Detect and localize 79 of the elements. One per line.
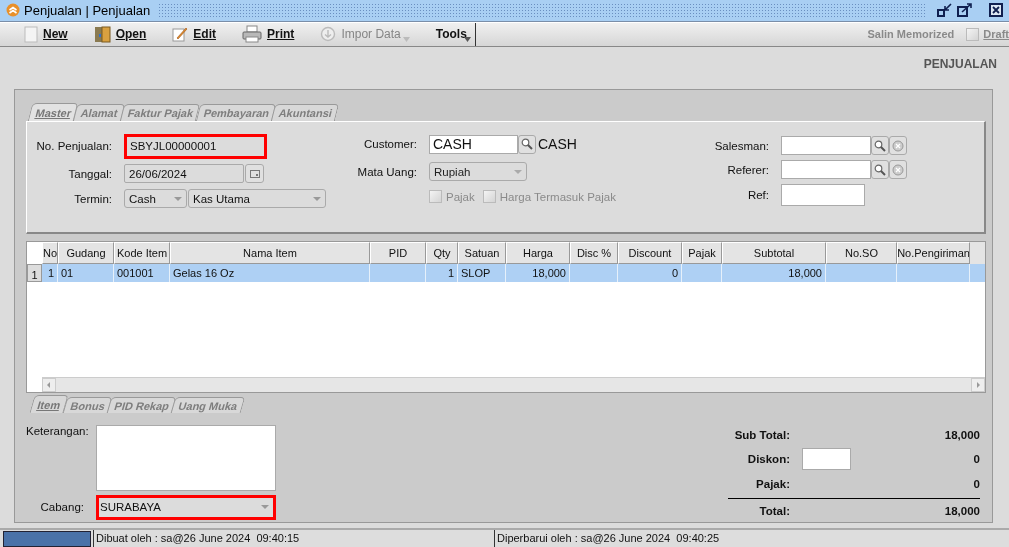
scroll-right-icon[interactable] (971, 377, 985, 392)
blank-page-icon (24, 25, 38, 43)
minimize-icon[interactable] (937, 3, 953, 18)
column-header[interactable]: Nama Item (170, 241, 370, 264)
column-header[interactable]: Disc % (570, 241, 618, 264)
total-label: Diskon: (746, 453, 790, 466)
calendar-icon (249, 169, 260, 178)
column-header[interactable]: Pajak (682, 241, 722, 264)
search-button[interactable] (518, 134, 536, 154)
field-label: Mata Uang: (356, 165, 418, 178)
column-header[interactable]: PID (370, 241, 426, 264)
app-logo-icon (6, 3, 20, 18)
clear-button[interactable] (889, 136, 907, 156)
total-value: 18,000 (943, 429, 980, 442)
total-label: Pajak: (755, 478, 790, 491)
field-label: Keterangan: (26, 424, 90, 439)
close-icon[interactable] (989, 3, 1003, 18)
checkbox-label: Harga Termasuk Pajak (499, 190, 616, 203)
total-value: 0 (972, 453, 980, 466)
field-label: Termin: (73, 192, 113, 205)
column-header[interactable]: No (42, 241, 58, 264)
maximize-icon[interactable] (957, 3, 973, 18)
field-label: Referer: (726, 163, 770, 176)
column-header[interactable]: Satuan (458, 241, 506, 264)
caret-icon (463, 37, 471, 43)
ref-field[interactable] (781, 183, 865, 206)
table-row[interactable]: 1 1 01 001001 Gelas 16 Oz 1 SLOP 18,000 0 18,000 (27, 263, 985, 282)
notes-field[interactable] (96, 424, 276, 491)
toolbar-button[interactable]: New (18, 23, 74, 46)
toolbar-button[interactable]: Tools (429, 23, 475, 46)
pencil-icon (172, 26, 189, 43)
field-label: Salesman: (713, 139, 770, 152)
field-label: No. Penjualan: (35, 140, 113, 153)
search-button[interactable] (871, 136, 889, 156)
toolbar-button[interactable]: Edit (166, 23, 223, 46)
calendar-button[interactable] (245, 164, 264, 184)
caret-icon (402, 37, 410, 43)
status-text: Diperbarui oleh : sa@26 June 2024 09:40:25 (494, 529, 720, 547)
status-text: Dibuat oleh : sa@26 June 2024 09:40:15 (93, 529, 494, 547)
field-label: Customer: (362, 138, 418, 151)
tab[interactable]: Master (27, 102, 79, 121)
total-value: 18,000 (943, 505, 980, 518)
date-field[interactable]: 26/06/2024 (124, 164, 244, 184)
column-header[interactable]: Qty (426, 241, 458, 264)
draft-label: Draft (983, 28, 1009, 41)
window-title: Penjualan | Penjualan (24, 3, 151, 18)
column-header[interactable]: Discount (618, 241, 682, 264)
discount-field[interactable] (802, 448, 851, 471)
field-label: Tanggal: (67, 167, 113, 180)
search-button[interactable] (871, 160, 889, 180)
toolbar-button[interactable]: Print (236, 23, 301, 46)
invoice-number-field[interactable]: SBYJL00000001 (124, 133, 267, 159)
printer-icon (242, 25, 263, 44)
column-header[interactable]: Kode Item (114, 241, 170, 264)
column-header[interactable]: No.Pengiriman (897, 241, 970, 264)
field-label: Ref: (746, 188, 770, 201)
download-icon (320, 26, 337, 43)
door-icon (93, 25, 111, 43)
toolbar-button[interactable]: Open (87, 23, 153, 46)
branch-dropdown[interactable]: SURABAYA (96, 494, 276, 520)
clear-button[interactable] (889, 160, 907, 180)
form-heading: PENJUALAN (923, 56, 997, 71)
column-header[interactable]: No.SO (826, 241, 897, 264)
column-header[interactable]: Gudang (58, 241, 114, 264)
account-dropdown[interactable]: Kas Utama (188, 189, 326, 209)
total-label: Total: (758, 505, 790, 518)
customer-name: CASH (538, 136, 577, 153)
scroll-left-icon[interactable] (42, 377, 56, 392)
lookup-field[interactable] (781, 160, 871, 180)
customer-field[interactable]: CASH (429, 134, 518, 154)
column-header[interactable]: Harga (506, 241, 570, 264)
term-dropdown[interactable]: Cash (124, 189, 187, 209)
total-label: Sub Total: (733, 429, 790, 442)
total-value: 0 (972, 478, 980, 491)
field-label: Cabang: (39, 501, 85, 514)
checkbox-label: Pajak (446, 190, 475, 203)
lookup-field[interactable] (781, 136, 871, 156)
horizontal-scrollbar[interactable] (42, 376, 985, 392)
column-header[interactable]: Subtotal (722, 241, 826, 264)
